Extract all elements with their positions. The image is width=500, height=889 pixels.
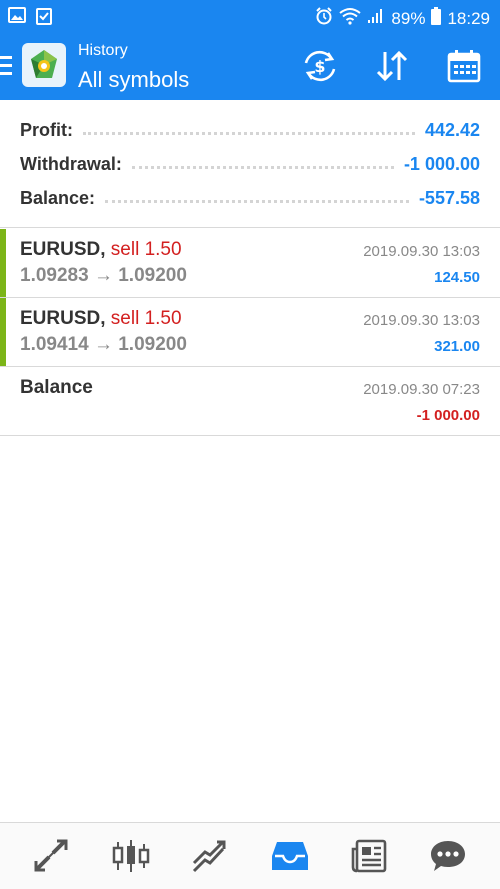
deal-symbol: EURUSD, — [20, 239, 106, 260]
metatrader-logo[interactable] — [22, 43, 66, 87]
deal-title: EURUSD, sell 1.50 — [20, 308, 182, 330]
screen-subtitle: History — [78, 42, 128, 59]
dotted-leader — [131, 165, 394, 169]
deal-prices: 1.09283 → 1.09200 — [20, 265, 187, 286]
balance-label: Balance: — [20, 187, 96, 208]
balance-operation-row[interactable]: Balance 2019.09.30 07:23 -1 000.00 — [0, 367, 500, 436]
profit-label: Profit: — [20, 119, 73, 140]
status-bar: 89% 18:29 — [0, 0, 500, 34]
profit-row: Profit: 442.42 — [20, 116, 480, 144]
quotes-icon[interactable] — [28, 832, 76, 880]
withdrawal-label: Withdrawal: — [20, 153, 122, 174]
deal-row[interactable]: EURUSD, sell 1.50 1.09414 → 1.09200 2019… — [0, 298, 500, 367]
history-summary: Profit: 442.42 Withdrawal: -1 000.00 Bal… — [0, 100, 500, 228]
deal-title: EURUSD, sell 1.50 — [20, 239, 182, 261]
battery-icon — [431, 7, 442, 30]
clock: 18:29 — [447, 8, 490, 28]
deal-profit: -1 000.00 — [416, 407, 480, 424]
deal-profit: 124.50 — [434, 269, 480, 286]
deal-row[interactable]: EURUSD, sell 1.50 1.09283 → 1.09200 2019… — [0, 229, 500, 298]
dotted-leader — [83, 131, 415, 135]
calendar-icon[interactable] — [444, 48, 484, 84]
balance-row: Balance: -557.58 — [20, 184, 480, 212]
profit-indicator-bar — [0, 229, 6, 297]
deal-time: 2019.09.30 13:03 — [363, 243, 480, 260]
deal-time: 2019.09.30 13:03 — [363, 312, 480, 329]
battery-percent: 89% — [391, 8, 426, 28]
deal-time: 2019.09.30 07:23 — [363, 381, 480, 398]
chart-icon[interactable] — [107, 832, 155, 880]
checkbox-notification-icon — [36, 7, 52, 30]
withdrawal-value: -1 000.00 — [403, 153, 480, 174]
app-bar: History All symbols $ — [0, 34, 500, 100]
symbol-filter-title[interactable]: All symbols — [78, 67, 189, 93]
deal-profit: 321.00 — [434, 338, 480, 355]
withdrawal-row: Withdrawal: -1 000.00 — [20, 150, 480, 178]
gallery-notification-icon — [8, 7, 26, 30]
svg-text:$: $ — [314, 57, 325, 76]
news-icon[interactable] — [345, 832, 393, 880]
messages-icon[interactable] — [424, 832, 472, 880]
deal-prices: 1.09414 → 1.09200 — [20, 334, 187, 355]
currency-exchange-icon[interactable]: $ — [300, 48, 340, 84]
deal-title: Balance — [20, 377, 93, 398]
signal-icon — [367, 8, 383, 29]
profit-value: 442.42 — [424, 119, 480, 140]
deal-symbol: EURUSD, — [20, 308, 106, 329]
balance-value: -557.58 — [418, 187, 480, 208]
menu-icon[interactable] — [0, 56, 14, 76]
alarm-icon — [315, 7, 333, 30]
deal-type: sell 1.50 — [110, 308, 182, 329]
deal-type: sell 1.50 — [110, 239, 182, 260]
dotted-leader — [105, 199, 409, 203]
wifi-icon — [339, 7, 362, 30]
profit-indicator-bar — [0, 298, 6, 366]
sort-icon[interactable] — [372, 48, 412, 84]
bottom-navigation — [0, 822, 500, 889]
trade-icon[interactable] — [186, 832, 234, 880]
history-icon[interactable] — [266, 832, 314, 880]
